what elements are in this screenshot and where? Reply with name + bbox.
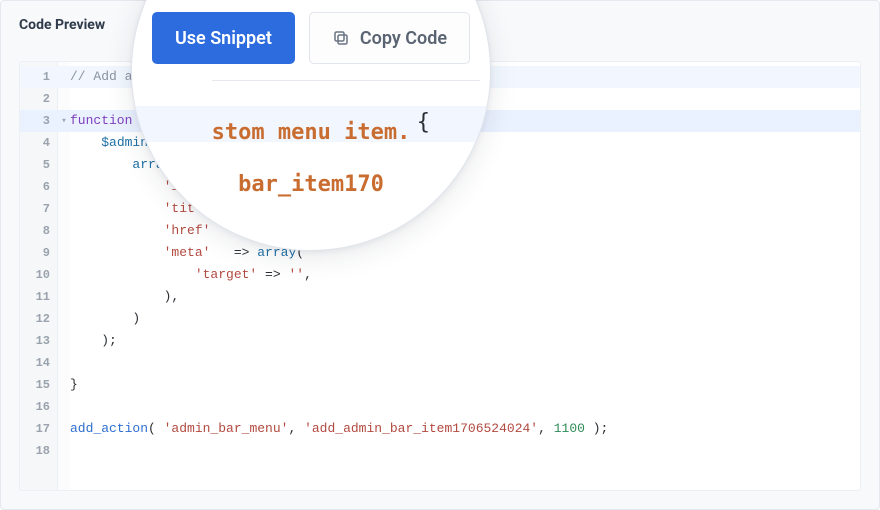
code-preview-panel: Code Preview 1// Add a23▾function add_4 … xyxy=(0,0,880,510)
line-number: 7 xyxy=(20,198,50,220)
fold-toggle-icon[interactable]: ▾ xyxy=(58,110,70,132)
line-number: 10 xyxy=(20,264,50,286)
line-number: 16 xyxy=(20,396,50,418)
magnifier-lens: Use Snippet Copy Code stom menu item. { … xyxy=(131,0,491,251)
code-content: add_action( 'admin_bar_menu', 'add_admin… xyxy=(70,418,608,440)
line-number: 14 xyxy=(20,352,50,374)
line-number: 2 xyxy=(20,88,50,110)
code-line[interactable]: 17 add_action( 'admin_bar_menu', 'add_adm… xyxy=(20,418,860,440)
magnified-code-line-1: stom menu item. xyxy=(212,120,411,145)
line-number: 3 xyxy=(20,110,50,132)
code-content: } xyxy=(70,374,78,396)
code-line[interactable]: 16 xyxy=(20,396,860,418)
code-content: ); xyxy=(70,330,117,352)
line-number: 12 xyxy=(20,308,50,330)
line-number: 13 xyxy=(20,330,50,352)
code-line[interactable]: 10 'target' => '', xyxy=(20,264,860,286)
panel-title: Code Preview xyxy=(19,17,105,33)
code-line[interactable]: 11 ), xyxy=(20,286,860,308)
code-line[interactable]: 18 xyxy=(20,440,860,462)
copy-code-label: Copy Code xyxy=(360,28,447,49)
line-number: 11 xyxy=(20,286,50,308)
code-content: 'target' => '', xyxy=(70,264,312,286)
copy-icon xyxy=(332,29,350,47)
code-line[interactable]: 13 ); xyxy=(20,330,860,352)
magnified-open-brace: { xyxy=(417,110,430,135)
line-number: 8 xyxy=(20,220,50,242)
code-line[interactable]: 12 ) xyxy=(20,308,860,330)
line-number: 15 xyxy=(20,374,50,396)
use-snippet-label: Use Snippet xyxy=(175,28,272,49)
code-line[interactable]: 14 xyxy=(20,352,860,374)
line-number: 6 xyxy=(20,176,50,198)
use-snippet-button[interactable]: Use Snippet xyxy=(152,12,295,64)
line-number: 5 xyxy=(20,154,50,176)
line-number: 9 xyxy=(20,242,50,264)
code-content: // Add a xyxy=(70,66,132,88)
magnified-code-line-2: bar_item170 xyxy=(238,172,384,197)
line-number: 17 xyxy=(20,418,50,440)
line-number: 4 xyxy=(20,132,50,154)
line-number: 1 xyxy=(20,66,50,88)
code-line[interactable]: 15} xyxy=(20,374,860,396)
line-number: 18 xyxy=(20,440,50,462)
code-content: ) xyxy=(70,308,140,330)
code-content: ), xyxy=(70,286,179,308)
copy-code-button[interactable]: Copy Code xyxy=(309,12,470,64)
lens-divider xyxy=(212,80,480,81)
